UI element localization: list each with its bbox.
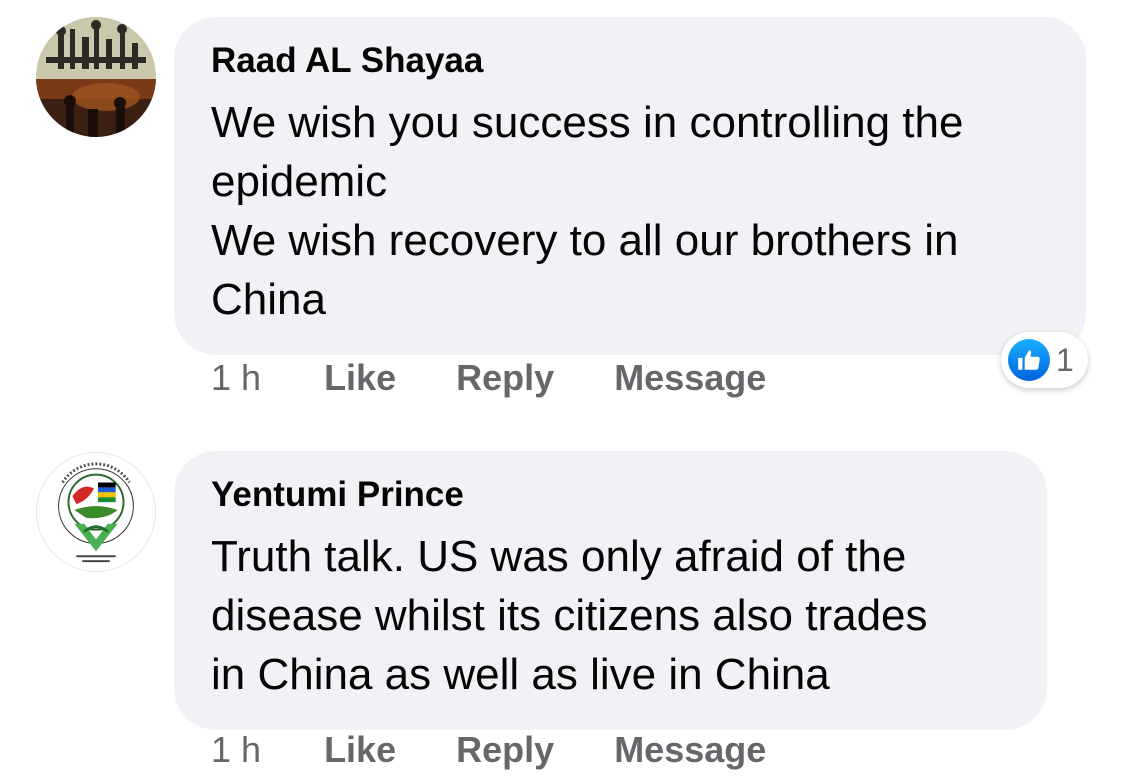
avatar[interactable] (36, 452, 156, 572)
comment-bubble: Raad AL Shayaa We wish you success in co… (174, 17, 1086, 355)
reaction-count: 1 (1056, 341, 1074, 378)
reply-button[interactable]: Reply (456, 358, 554, 398)
comment-text-line: disease whilst its citizens also trades (211, 591, 928, 640)
reply-button[interactable]: Reply (456, 730, 554, 770)
comment-text: Truth talk. US was only afraid of the di… (211, 527, 1011, 704)
avatar-image (36, 17, 156, 137)
message-button[interactable]: Message (614, 358, 766, 398)
comment-bubble: Yentumi Prince Truth talk. US was only a… (174, 451, 1047, 730)
reaction-summary[interactable]: 1 (1001, 332, 1088, 388)
comment-text-line: We wish recovery to all our brothers in (211, 216, 959, 265)
comment-actions: 1 h Like Reply Message (211, 358, 816, 398)
like-button[interactable]: Like (324, 730, 396, 770)
comment-text: We wish you success in controlling the e… (211, 93, 1050, 329)
like-button[interactable]: Like (324, 358, 396, 398)
avatar-image (37, 453, 155, 571)
comment-text-line: Truth talk. US was only afraid of the (211, 532, 907, 581)
thumbs-up-icon (1008, 339, 1050, 381)
comment-author[interactable]: Yentumi Prince (211, 475, 1011, 515)
comment-timestamp[interactable]: 1 h (211, 730, 261, 770)
comment-text-line: in China as well as live in China (211, 650, 830, 699)
comment-text-line: China (211, 275, 326, 324)
comment-timestamp[interactable]: 1 h (211, 358, 261, 398)
comment-actions: 1 h Like Reply Message (211, 730, 816, 770)
message-button[interactable]: Message (614, 730, 766, 770)
comment-author[interactable]: Raad AL Shayaa (211, 41, 1050, 81)
comment-text-line: epidemic (211, 157, 388, 206)
comment-text-line: We wish you success in controlling the (211, 98, 964, 147)
avatar[interactable] (36, 17, 156, 137)
